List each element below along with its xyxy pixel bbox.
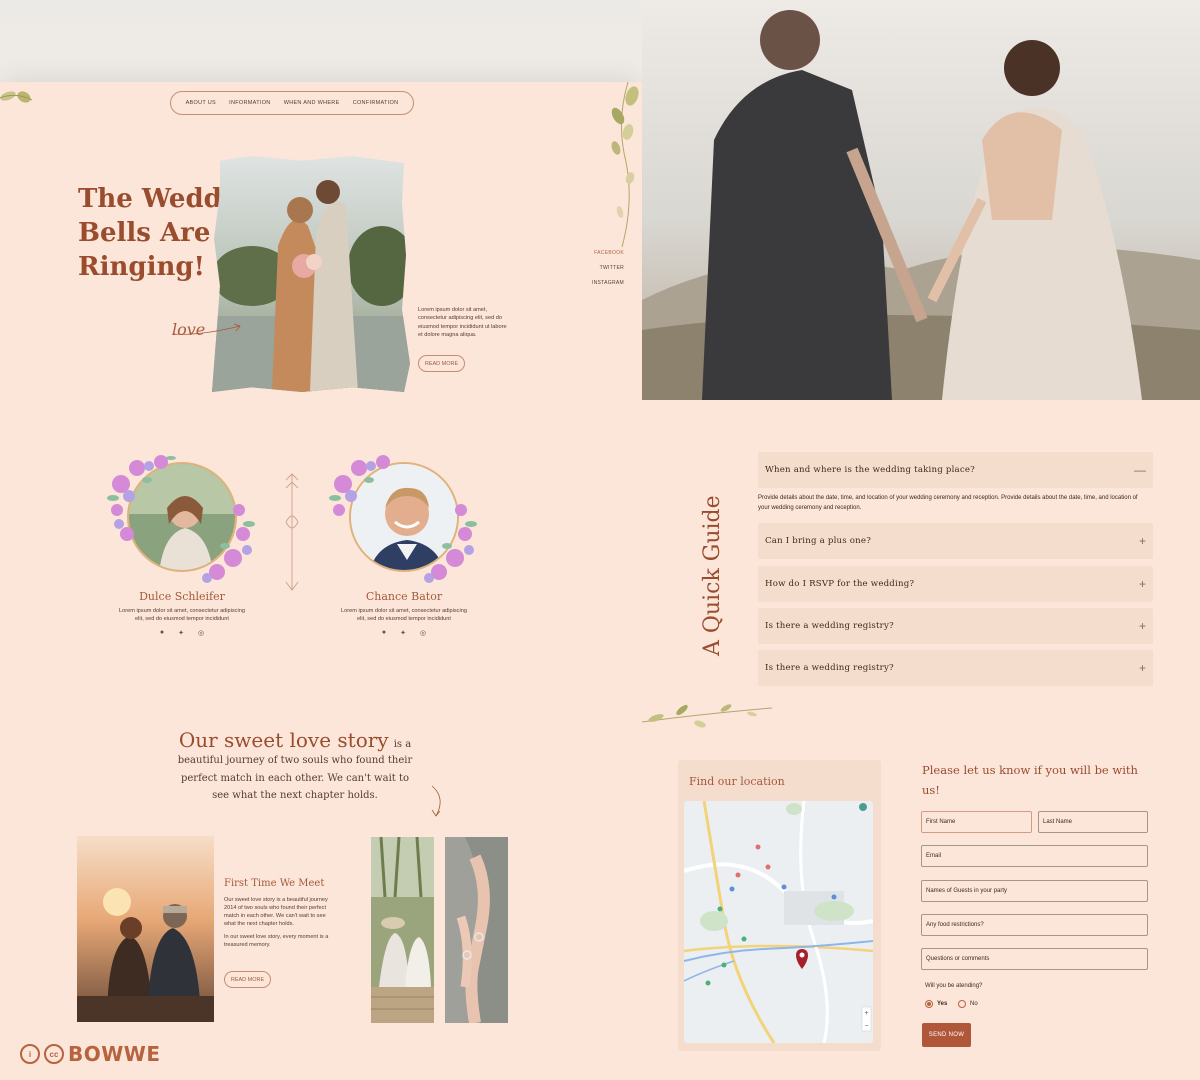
location-title: Find our location: [689, 775, 785, 788]
instagram-icon[interactable]: ◎: [198, 629, 204, 637]
groom-name: Chance Bator: [365, 590, 443, 603]
twitter-icon[interactable]: ✦: [178, 629, 184, 637]
first-meet-text: Our sweet love story is a beautiful jour…: [224, 896, 336, 949]
faq-question: How do I RSVP for the wedding?: [765, 579, 915, 589]
bowwe-logo: i cc BOWWE: [20, 1042, 161, 1066]
faq-item[interactable]: Can I bring a plus one? +: [758, 523, 1153, 559]
send-now-button[interactable]: SEND NOW: [922, 1023, 971, 1047]
groom-bio: Lorem ipsum dolor sit amet, consectetur …: [341, 608, 467, 622]
twitter-link[interactable]: TWITTER: [580, 261, 624, 276]
instagram-icon[interactable]: ◎: [420, 629, 426, 637]
bride-bio: Lorem ipsum dolor sit amet, consectetur …: [119, 608, 245, 622]
story-line: beautiful journey of two souls who found…: [177, 755, 413, 766]
nav-about-us[interactable]: ABOUT US: [186, 100, 216, 106]
rsvp-title: Please let us know if you will be with u…: [922, 763, 1138, 797]
faq-item[interactable]: How do I RSVP for the wedding? +: [758, 566, 1153, 602]
story-heading-tail: is a: [393, 739, 412, 750]
story-line: see what the next chapter holds.: [212, 790, 378, 801]
picnic-couple-photo: [371, 837, 434, 1023]
attending-no-radio[interactable]: No: [958, 1000, 978, 1008]
nav-when-and-where[interactable]: WHEN AND WHERE: [284, 100, 340, 106]
bride-social: ● ✦ ◎: [104, 629, 260, 637]
no-label: No: [970, 1001, 978, 1007]
sunset-couple-photo: [77, 836, 214, 1022]
bride-card: Dulce Schleifer Lorem ipsum dolor sit am…: [104, 454, 260, 637]
nav-confirmation[interactable]: CONFIRMATION: [353, 100, 399, 106]
twitter-icon[interactable]: ✦: [400, 629, 406, 637]
social-links: FACEBOOK TWITTER INSTAGRAM: [580, 246, 624, 291]
email-field[interactable]: Email: [921, 845, 1148, 867]
couple-embrace-photo: [212, 156, 412, 392]
groom-card: Chance Bator Lorem ipsum dolor sit amet,…: [326, 454, 482, 637]
quick-guide-text: A Quick Guide: [700, 495, 725, 656]
couple-walking-photo: [642, 0, 1200, 400]
radio-empty-icon: [958, 1000, 966, 1008]
story-heading: Our sweet love story: [178, 728, 389, 752]
brand-name: BOWWE: [68, 1042, 161, 1066]
landing-preview: ABOUT US INFORMATION WHEN AND WHERE CONF…: [0, 82, 642, 1080]
first-meet-title: First Time We Meet: [224, 878, 325, 889]
vine-decoration-icon: [611, 82, 639, 248]
arrow-down-decoration-icon: [285, 473, 299, 591]
hero-body: Lorem ipsum dolor sit amet, consectetur …: [418, 307, 507, 339]
bride-name: Dulce Schleifer: [139, 590, 225, 603]
food-restrictions-field[interactable]: Any food restrictions?: [921, 914, 1148, 936]
faq-item[interactable]: Is there a wedding registry? +: [758, 608, 1153, 644]
expand-icon[interactable]: +: [1139, 577, 1146, 591]
groom-wreath: [329, 454, 479, 584]
questions-field[interactable]: Questions or comments: [921, 948, 1148, 970]
facebook-icon[interactable]: ●: [382, 629, 386, 637]
faq-item[interactable]: Is there a wedding registry? +: [758, 650, 1153, 686]
attending-question: Will you be atending?: [925, 983, 983, 989]
quick-guide-title: A Quick Guide: [676, 480, 725, 656]
expand-icon[interactable]: +: [1139, 619, 1146, 633]
location-map[interactable]: + −: [684, 801, 873, 1043]
groom-social: ● ✦ ◎: [326, 629, 482, 637]
faq-item-open[interactable]: When and where is the wedding taking pla…: [758, 452, 1153, 488]
collapse-icon[interactable]: —: [1134, 463, 1146, 477]
instagram-link[interactable]: INSTAGRAM: [580, 276, 624, 291]
first-meet-para: Our sweet love story is a beautiful jour…: [224, 897, 328, 927]
radio-selected-icon: [925, 1000, 933, 1008]
faq-question: Is there a wedding registry?: [765, 621, 894, 631]
bride-wreath: [107, 454, 257, 584]
flower-wreath-icon: [107, 455, 255, 583]
ring-hands-photo: [445, 837, 508, 1023]
flower-wreath-icon: [329, 455, 477, 583]
zoom-out-button: −: [865, 1023, 869, 1030]
last-name-field[interactable]: Last Name: [1038, 811, 1148, 833]
first-name-field[interactable]: First Name: [921, 811, 1032, 833]
faq-question: Can I bring a plus one?: [765, 536, 872, 546]
leaf-decoration-icon: [0, 91, 33, 103]
love-arrow-icon: [171, 323, 241, 335]
first-meet-para: In our sweet love story, every moment is…: [224, 934, 329, 948]
expand-icon[interactable]: +: [1139, 661, 1146, 675]
yes-label: Yes: [937, 1001, 948, 1007]
curl-arrow-icon: [431, 785, 441, 817]
love-story-intro: Our sweet love story is a beautiful jour…: [150, 728, 440, 805]
faq-answer: Provide details about the date, time, an…: [758, 495, 1138, 511]
faq-question: When and where is the wedding taking pla…: [765, 465, 975, 475]
hero-read-more-button[interactable]: READ MORE: [418, 355, 465, 372]
branch-decoration-icon: [642, 704, 773, 728]
info-icon: i: [20, 1044, 40, 1064]
story-line: perfect match in each other. We can't wa…: [180, 772, 410, 784]
top-nav: ABOUT US INFORMATION WHEN AND WHERE CONF…: [170, 91, 414, 115]
facebook-link[interactable]: FACEBOOK: [580, 246, 624, 261]
expand-icon[interactable]: +: [1139, 534, 1146, 548]
creative-commons-icon: cc: [44, 1044, 64, 1064]
first-meet-read-more-button[interactable]: READ MORE: [224, 971, 271, 988]
attending-yes-radio[interactable]: Yes: [925, 1000, 947, 1008]
zoom-in-button: +: [865, 1010, 869, 1017]
facebook-icon[interactable]: ●: [160, 629, 164, 637]
nav-information[interactable]: INFORMATION: [229, 100, 270, 106]
guests-field[interactable]: Names of Guests in your party: [921, 880, 1148, 902]
faq-question: Is there a wedding registry?: [765, 663, 894, 673]
